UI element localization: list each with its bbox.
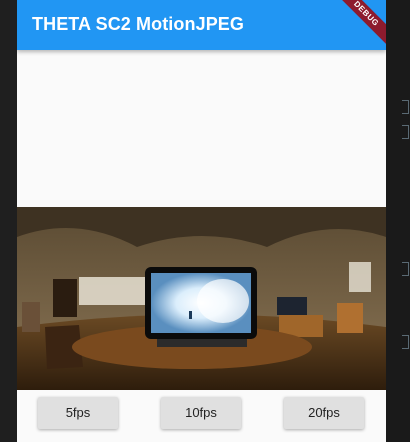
- side-marker: [402, 100, 409, 114]
- side-marker: [402, 335, 409, 349]
- side-marker: [402, 125, 409, 139]
- fps-5-button[interactable]: 5fps: [38, 397, 118, 429]
- fps-controls: 5fps 10fps 20fps: [17, 390, 386, 442]
- fps-10-button[interactable]: 10fps: [161, 397, 241, 429]
- device-bezel-right: [386, 0, 410, 442]
- fps-20-button[interactable]: 20fps: [284, 397, 364, 429]
- app-title: THETA SC2 MotionJPEG: [32, 14, 245, 34]
- motion-jpeg-preview: [17, 207, 386, 390]
- side-marker: [402, 262, 409, 276]
- app-bar: THETA SC2 MotionJPEG: [17, 0, 386, 50]
- app-screen: THETA SC2 MotionJPEG DEBUG 5fps 10fps 20…: [17, 0, 386, 442]
- panorama-image: [17, 207, 386, 390]
- device-bezel-left: [0, 0, 17, 442]
